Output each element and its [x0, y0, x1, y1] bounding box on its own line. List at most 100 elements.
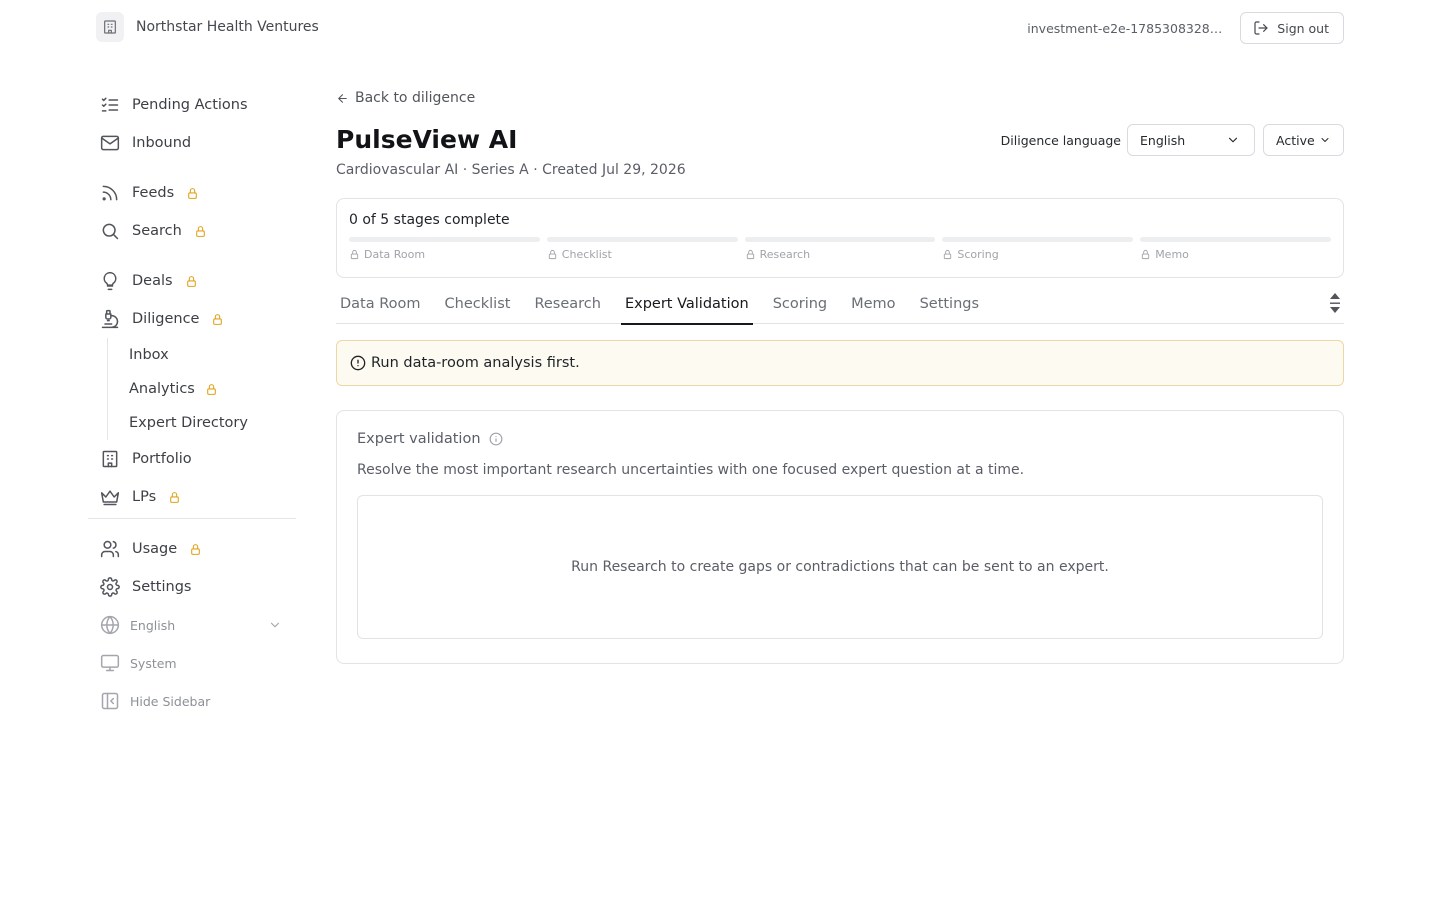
main-content: Back to diligence PulseView AI Cardiovas…: [336, 86, 1344, 664]
sign-out-label: Sign out: [1277, 20, 1329, 36]
alert-circle-icon: [350, 355, 366, 371]
sidebar-item-usage[interactable]: Usage: [88, 530, 296, 568]
page-subtitle: Cardiovascular AI · Series A · Created J…: [336, 162, 686, 178]
chevron-down-icon: [1226, 133, 1240, 147]
crown-icon: [100, 487, 120, 507]
account-area: investment-e2e-1785308328744@example.com…: [1027, 12, 1344, 44]
stage-progress-bar: [942, 237, 1134, 242]
sidebar-divider: [88, 518, 296, 519]
empty-state: Run Research to create gaps or contradic…: [357, 495, 1323, 639]
gear-icon: [100, 577, 120, 597]
tab-memo[interactable]: Memo: [847, 291, 899, 324]
stage-label: Memo: [1140, 248, 1331, 261]
sidebar-subitem-label: Analytics: [129, 381, 195, 397]
lock-icon: [168, 491, 181, 504]
back-link-label: Back to diligence: [355, 90, 476, 106]
sidebar-item-search[interactable]: Search: [88, 212, 296, 250]
lock-icon: [745, 249, 756, 260]
sidebar-item-inbound[interactable]: Inbound: [88, 124, 296, 162]
tab-checklist[interactable]: Checklist: [441, 291, 515, 324]
stage-name: Research: [759, 248, 811, 261]
diligence-language-select[interactable]: English: [1127, 124, 1255, 156]
sidebar-item-label: Settings: [132, 579, 192, 595]
theme-label: System: [130, 655, 177, 671]
arrow-left-icon: [336, 92, 349, 105]
tab-scoring[interactable]: Scoring: [769, 291, 831, 324]
sidebar-item-settings[interactable]: Settings: [88, 568, 296, 606]
sidebar-item-label: LPs: [132, 489, 157, 505]
account-email: investment-e2e-1785308328744@example.com: [1027, 20, 1223, 36]
sidebar-subitem-analytics[interactable]: Analytics: [108, 372, 296, 406]
diligence-language-value: English: [1140, 132, 1186, 148]
stage-name: Checklist: [561, 248, 612, 261]
lock-icon: [189, 543, 202, 556]
sidebar-subitem-label: Inbox: [129, 347, 169, 363]
chevron-down-icon: [1319, 134, 1331, 146]
stage-scoring: Scoring: [942, 237, 1134, 261]
stage-checklist: Checklist: [546, 237, 738, 261]
hide-sidebar-button[interactable]: Hide Sidebar: [88, 682, 296, 720]
sidebar-item-label: Usage: [132, 541, 178, 557]
diligence-language-label: Diligence language: [1000, 132, 1121, 148]
tab-scroll-control[interactable]: [1328, 291, 1342, 317]
tab-expert-validation[interactable]: Expert Validation: [620, 291, 753, 325]
stage-label: Research: [745, 248, 936, 261]
stage-data-room: Data Room: [349, 237, 540, 261]
sidebar-item-diligence[interactable]: Diligence: [88, 300, 296, 338]
tab-data-room[interactable]: Data Room: [336, 291, 425, 324]
lightbulb-icon: [100, 271, 120, 291]
building-icon: [96, 12, 124, 42]
stage-progress-bar: [744, 237, 936, 242]
sidebar-item-feeds[interactable]: Feeds: [88, 174, 296, 212]
stage-progress-summary: 0 of 5 stages complete: [349, 212, 510, 228]
tab-research[interactable]: Research: [530, 291, 605, 324]
sign-out-icon: [1253, 20, 1269, 36]
sidebar-item-label: Portfolio: [132, 451, 192, 467]
back-link[interactable]: Back to diligence: [336, 86, 475, 110]
sidebar-subitem-expert-directory[interactable]: Expert Directory: [108, 406, 296, 440]
monitor-icon: [100, 653, 120, 673]
stage-progress-card: 0 of 5 stages complete Data Room Checkli…: [336, 198, 1344, 278]
stage-name: Memo: [1155, 248, 1189, 261]
search-icon: [100, 221, 120, 241]
lock-icon: [205, 383, 218, 396]
theme-toggle[interactable]: System: [88, 644, 296, 682]
building-icon: [100, 449, 120, 469]
language-selector[interactable]: English: [88, 606, 296, 644]
language-label: English: [130, 617, 176, 633]
hide-sidebar-label: Hide Sidebar: [130, 693, 211, 709]
sidebar-item-lps[interactable]: LPs: [88, 478, 296, 516]
stage-list: Data Room Checklist Research Scoring Mem…: [349, 237, 1331, 261]
expert-validation-panel: Expert validation Resolve the most impor…: [336, 410, 1344, 664]
sidebar-item-label: Inbound: [132, 135, 192, 151]
lock-icon: [185, 275, 198, 288]
panel-description: Resolve the most important research unce…: [357, 462, 1025, 478]
stage-label: Data Room: [349, 248, 540, 261]
sidebar-item-label: Deals: [132, 273, 173, 289]
tab-bar: Data Room Checklist Research Expert Vali…: [336, 291, 1344, 325]
panel-title: Expert validation: [357, 431, 481, 447]
status-value: Active: [1276, 132, 1315, 148]
microscope-icon: [100, 309, 120, 329]
status-select[interactable]: Active: [1263, 124, 1344, 156]
sign-out-button[interactable]: Sign out: [1240, 12, 1344, 44]
lock-icon: [349, 249, 360, 260]
sidebar-item-label: Diligence: [132, 311, 200, 327]
sidebar-item-deals[interactable]: Deals: [88, 262, 296, 300]
stage-research: Research: [744, 237, 936, 261]
sidebar-subitem-inbox[interactable]: Inbox: [108, 338, 296, 372]
stage-memo: Memo: [1140, 237, 1331, 261]
page-title: PulseView AI: [336, 125, 518, 154]
sidebar-subitem-label: Expert Directory: [129, 415, 248, 431]
info-icon[interactable]: [489, 432, 503, 446]
sidebar-item-pending-actions[interactable]: Pending Actions: [88, 86, 296, 124]
stage-name: Data Room: [364, 248, 426, 261]
diligence-submenu: Inbox Analytics Expert Directory: [107, 338, 296, 440]
tab-settings[interactable]: Settings: [916, 291, 983, 324]
sidebar-item-portfolio[interactable]: Portfolio: [88, 440, 296, 478]
globe-icon: [100, 615, 120, 635]
list-checks-icon: [100, 95, 120, 115]
header-controls: Diligence language English Active: [1001, 124, 1344, 156]
stage-label: Checklist: [547, 248, 738, 261]
lock-icon: [211, 313, 224, 326]
